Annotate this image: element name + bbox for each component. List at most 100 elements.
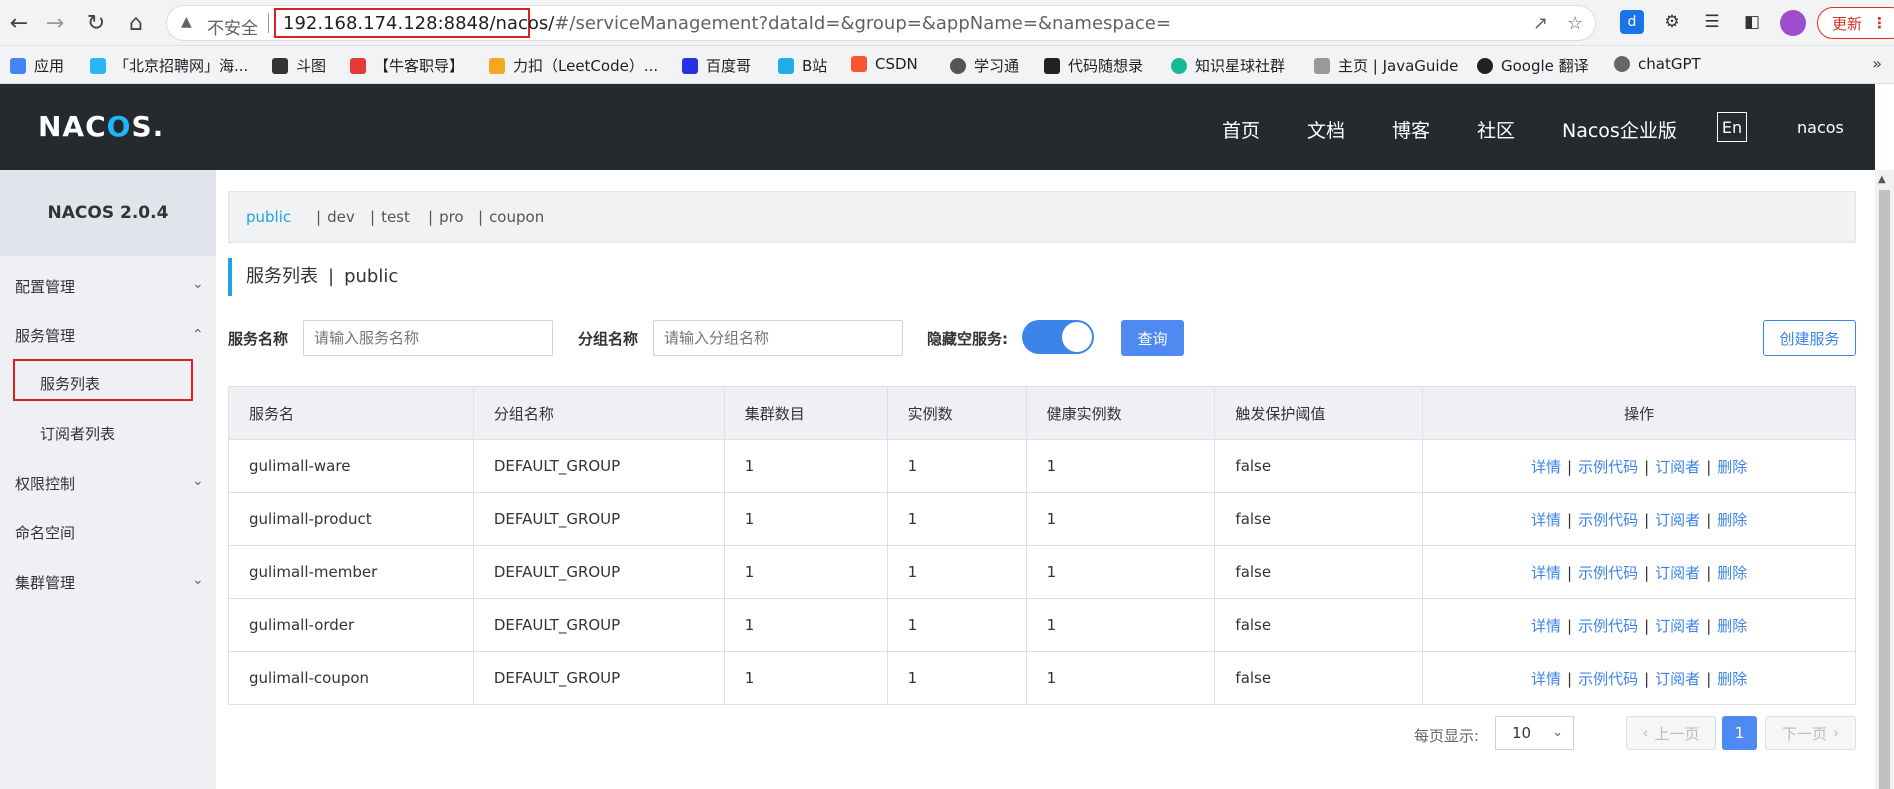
nav-blog[interactable]: 博客: [1392, 116, 1430, 143]
sidebar-item-auth[interactable]: 权限控制: [15, 473, 75, 494]
sample-code-link[interactable]: 示例代码: [1578, 564, 1638, 582]
sidebar-item-namespace[interactable]: 命名空间: [15, 522, 75, 543]
bookmark-item[interactable]: 知识星球社群: [1171, 55, 1285, 76]
current-page-button[interactable]: 1: [1722, 716, 1757, 750]
delete-link[interactable]: 删除: [1717, 511, 1747, 529]
share-icon[interactable]: ↗: [1533, 13, 1548, 34]
detail-link[interactable]: 详情: [1531, 511, 1561, 529]
sidebar-item-config[interactable]: 配置管理: [15, 276, 75, 297]
apps-grid-icon: [10, 57, 26, 74]
subscriber-link[interactable]: 订阅者: [1655, 511, 1700, 529]
sample-code-link[interactable]: 示例代码: [1578, 511, 1638, 529]
ns-separator: |: [478, 208, 484, 226]
sidebar-item-cluster[interactable]: 集群管理: [15, 572, 75, 593]
delete-link[interactable]: 删除: [1717, 458, 1747, 476]
delete-link[interactable]: 删除: [1717, 564, 1747, 582]
detail-link[interactable]: 详情: [1531, 670, 1561, 688]
bookmark-label: 代码随想录: [1068, 57, 1144, 75]
next-page-button[interactable]: 下一页 ›: [1765, 716, 1856, 750]
sidebar-item-service[interactable]: 服务管理: [15, 325, 75, 346]
forward-icon[interactable]: →: [40, 8, 70, 38]
op-separator: |: [1644, 616, 1650, 635]
playlist-icon[interactable]: ☰: [1700, 10, 1724, 34]
bookmark-item[interactable]: chatGPT: [1614, 55, 1701, 73]
page-size-select[interactable]: 10 ⌄: [1495, 716, 1574, 750]
namespace-public[interactable]: public: [246, 208, 291, 226]
update-button[interactable]: 更新 ⋮: [1817, 7, 1894, 39]
back-icon[interactable]: ←: [4, 8, 34, 38]
nav-enterprise[interactable]: Nacos企业版: [1562, 116, 1677, 143]
subscriber-link[interactable]: 订阅者: [1655, 670, 1700, 688]
address-bar[interactable]: ▲ 不安全 192.168.174.128:8848/nacos/#/servi…: [166, 5, 1596, 41]
column-header: 实例数: [886, 386, 1027, 440]
bookmarks-bar: 应用 「北京招聘网」海... 斗图 【牛客职导】 力扣（LeetCode）...…: [0, 46, 1894, 84]
sample-code-link[interactable]: 示例代码: [1578, 458, 1638, 476]
scroll-up-icon[interactable]: ▲: [1878, 174, 1886, 185]
bookmark-item[interactable]: 斗图: [272, 55, 326, 76]
namespace-test[interactable]: | test: [370, 208, 410, 226]
bookmark-item[interactable]: 代码随想录: [1044, 55, 1143, 76]
bookmark-item[interactable]: CSDN: [851, 55, 918, 73]
subscriber-link[interactable]: 订阅者: [1655, 564, 1700, 582]
bookmark-label: B站: [802, 57, 828, 75]
scrollbar-thumb[interactable]: [1879, 190, 1890, 789]
service-name-input[interactable]: [303, 320, 553, 356]
bookmark-item[interactable]: 「北京招聘网」海...: [90, 55, 248, 76]
create-service-button[interactable]: 创建服务: [1763, 320, 1856, 356]
column-header: 操作: [1422, 386, 1856, 440]
sidebar-item-subscribers[interactable]: 订阅者列表: [40, 423, 115, 444]
namespace-pro[interactable]: | pro: [428, 208, 464, 226]
page-title-text: 服务列表: [246, 266, 318, 287]
url-text[interactable]: 192.168.174.128:8848/nacos/#/serviceMana…: [283, 13, 1171, 34]
more-bookmarks-icon[interactable]: »: [1872, 54, 1882, 73]
bookmark-item[interactable]: 力扣（LeetCode）...: [489, 55, 658, 76]
detail-link[interactable]: 详情: [1531, 564, 1561, 582]
bookmark-item[interactable]: B站: [778, 55, 827, 76]
profile-avatar[interactable]: [1780, 10, 1806, 36]
reload-icon[interactable]: ↻: [81, 8, 111, 38]
sample-code-link[interactable]: 示例代码: [1578, 670, 1638, 688]
language-toggle[interactable]: En: [1717, 112, 1747, 142]
prev-page-button[interactable]: ‹ 上一页: [1626, 716, 1716, 750]
subscriber-link[interactable]: 订阅者: [1655, 458, 1700, 476]
ops-cell: 详情 | 示例代码 | 订阅者 | 删除: [1422, 651, 1856, 705]
query-button[interactable]: 查询: [1121, 320, 1184, 356]
bookmark-favicon-icon: [1044, 57, 1060, 74]
detail-link[interactable]: 详情: [1531, 458, 1561, 476]
bookmark-item[interactable]: Google 翻译: [1477, 55, 1589, 76]
user-menu[interactable]: nacos: [1797, 118, 1844, 137]
bookmark-item[interactable]: 学习通: [950, 55, 1019, 76]
namespace-coupon[interactable]: | coupon: [478, 208, 544, 226]
hide-empty-toggle[interactable]: [1022, 320, 1094, 354]
puzzle-icon[interactable]: ⚙: [1660, 10, 1684, 34]
group-name-input[interactable]: [653, 320, 903, 356]
nav-docs[interactable]: 文档: [1307, 116, 1345, 143]
bookmark-item[interactable]: 百度哥: [682, 55, 751, 76]
bookmark-item[interactable]: 【牛客职导】: [350, 55, 464, 76]
bookmark-label: 学习通: [974, 57, 1020, 75]
sample-code-link[interactable]: 示例代码: [1578, 617, 1638, 635]
bookmark-item[interactable]: 主页 | JavaGuide: [1314, 55, 1458, 76]
warning-icon: ▲: [181, 14, 192, 30]
subscriber-link[interactable]: 订阅者: [1655, 617, 1700, 635]
home-icon[interactable]: ⌂: [121, 8, 151, 38]
star-icon[interactable]: ☆: [1567, 13, 1583, 34]
delete-link[interactable]: 删除: [1717, 670, 1747, 688]
extension-d-icon[interactable]: d: [1620, 10, 1644, 34]
nacos-logo[interactable]: NACOS.: [38, 110, 164, 143]
nav-home[interactable]: 首页: [1222, 116, 1260, 143]
nav-community[interactable]: 社区: [1477, 116, 1515, 143]
namespace-dev[interactable]: | dev: [316, 208, 355, 226]
chevron-left-icon: ‹: [1642, 724, 1649, 742]
column-header: 触发保护阈值: [1214, 386, 1424, 440]
sidepanel-icon[interactable]: ◧: [1740, 10, 1764, 34]
instance-count-cell: 1: [886, 651, 1027, 705]
detail-link[interactable]: 详情: [1531, 617, 1561, 635]
bookmark-apps[interactable]: 应用: [10, 55, 64, 76]
delete-link[interactable]: 删除: [1717, 617, 1747, 635]
threshold-cell: false: [1214, 651, 1424, 705]
op-separator: |: [1706, 510, 1712, 529]
service-name-cell: gulimall-product: [228, 492, 474, 546]
ns-separator: |: [370, 208, 376, 226]
chevron-down-icon: ⌄: [192, 473, 204, 489]
